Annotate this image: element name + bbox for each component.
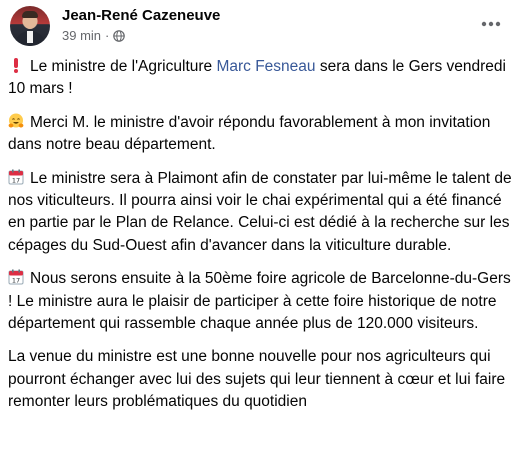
post-timestamp[interactable]: 39 min — [62, 28, 101, 43]
post-paragraph-3: 17 Le ministre sera à Plaimont afin de c… — [8, 168, 514, 258]
hugging-face-icon — [8, 113, 24, 129]
svg-text:17: 17 — [12, 176, 20, 184]
paragraph-3-text: Le ministre sera à Plaimont afin de cons… — [8, 169, 512, 254]
post-paragraph-4: 17 Nous serons ensuite à la 50ème foire … — [8, 268, 514, 335]
globe-icon — [113, 29, 126, 42]
more-options-button[interactable] — [476, 10, 506, 36]
paragraph-5-text: La venue du ministre est une bonne nouve… — [8, 348, 506, 411]
more-horizontal-icon — [481, 14, 501, 32]
post-paragraph-1: Le ministre de l'Agriculture Marc Fesnea… — [8, 56, 514, 101]
paragraph-2-text: Merci M. le ministre d'avoir répondu fav… — [8, 113, 491, 154]
post-meta: 39 min · — [62, 28, 126, 43]
meta-separator: · — [105, 28, 110, 43]
exclamation-icon — [8, 57, 24, 73]
mention-link[interactable]: Marc Fesneau — [216, 58, 315, 75]
author-name[interactable]: Jean-René Cazeneuve — [62, 7, 220, 24]
facebook-post: Jean-René Cazeneuve 39 min · Le ministre… — [0, 0, 520, 452]
author-avatar[interactable] — [10, 6, 50, 46]
post-paragraph-2: Merci M. le ministre d'avoir répondu fav… — [8, 112, 514, 157]
post-body: Le ministre de l'Agriculture Marc Fesnea… — [8, 56, 514, 425]
post-paragraph-5: La venue du ministre est une bonne nouve… — [8, 346, 514, 413]
paragraph-4-text: Nous serons ensuite à la 50ème foire agr… — [8, 270, 511, 333]
calendar-icon: 17 — [8, 269, 24, 285]
paragraph-1-text-start: Le ministre de l'Agriculture — [30, 58, 217, 75]
svg-text:17: 17 — [12, 277, 20, 285]
calendar-icon: 17 — [8, 169, 24, 185]
post-header: Jean-René Cazeneuve 39 min · — [10, 6, 510, 46]
